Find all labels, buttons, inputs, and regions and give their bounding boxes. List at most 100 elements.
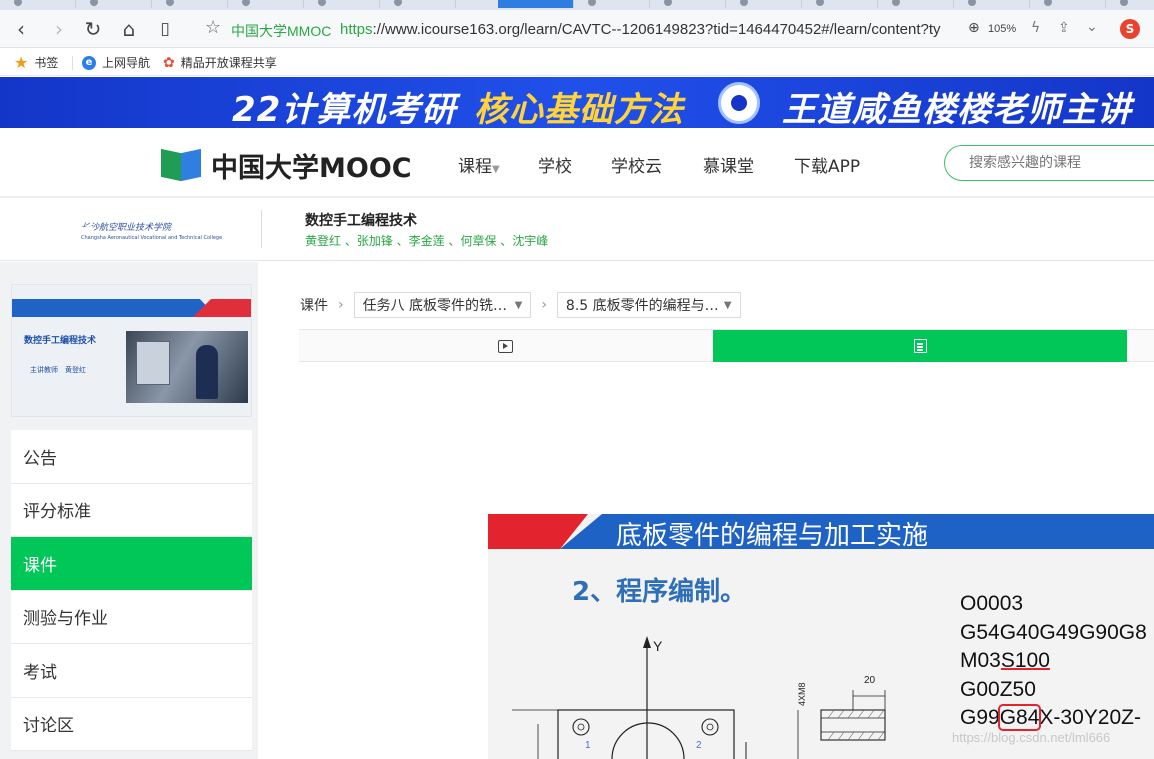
chapter-select[interactable]: 任务八 底板零件的铣… ▼ [353, 292, 532, 318]
tab-favicon-icon [1044, 0, 1052, 6]
tab-favicon-icon [90, 0, 98, 6]
chevron-down-icon[interactable]: ⌄ [1086, 19, 1098, 35]
browser-tab[interactable] [228, 0, 304, 8]
browser-tab[interactable] [1106, 0, 1154, 8]
code-line-text: G00Z50 [960, 677, 1036, 701]
nav-courses[interactable]: 课程▼ [458, 152, 500, 177]
menu-item-announcement[interactable]: 公告 [11, 430, 252, 484]
menu-item-quiz-homework[interactable]: 测验与作业 [11, 590, 252, 644]
browser-tab[interactable] [152, 0, 228, 8]
tab-favicon-icon [892, 0, 900, 6]
browser-tab[interactable] [1030, 0, 1106, 8]
menu-item-courseware[interactable]: 课件 [11, 537, 252, 591]
browser-tab[interactable] [304, 0, 380, 8]
browser-tab[interactable] [954, 0, 1030, 8]
home-button[interactable]: ⌂ [116, 16, 142, 42]
site-name[interactable]: 中国大学MMOC [231, 21, 331, 41]
nav-school-cloud[interactable]: 学校云 [611, 152, 662, 177]
menu-item-discussion[interactable]: 讨论区 [11, 697, 252, 751]
course-teachers[interactable]: 黄登红 、张加锋 、李金莲 、何章保 、沈宇峰 [305, 232, 548, 249]
ie-icon: e [82, 55, 96, 70]
school-logo[interactable]: 长沙航空职业技术学院 Changsha Aeronautical Vocatio… [75, 210, 222, 250]
browser-tab-active[interactable] [498, 0, 574, 8]
browser-tab[interactable] [574, 0, 650, 8]
browser-tab[interactable] [802, 0, 878, 8]
bolt-icon[interactable]: ϟ [1031, 20, 1040, 36]
lesson-select[interactable]: 8.5 底板零件的编程与… ▼ [556, 292, 741, 318]
y-axis-label: Y [653, 638, 663, 654]
document-icon [913, 339, 927, 353]
bookmark-label: 上网导航 [102, 56, 151, 70]
browser-tab[interactable] [76, 0, 152, 8]
tab-strip [0, 0, 1154, 10]
course-menu: 公告 评分标准 课件 测验与作业 考试 讨论区 [11, 430, 252, 751]
courseware-slide: 底板零件的编程与加工实施 2、程序编制。 Y 1 2 20 4XM8 O0003… [488, 514, 1154, 759]
tab-favicon-icon [242, 0, 250, 6]
chevron-right-icon: › [338, 297, 344, 313]
chapter-select-value: 任务八 底板零件的铣… [362, 298, 508, 314]
code-line-text: O0003 [960, 592, 1024, 615]
browser-tab[interactable] [650, 0, 726, 8]
divider [261, 210, 262, 248]
hole-2 [701, 718, 719, 736]
caret-down-icon: ▼ [723, 299, 732, 311]
forward-button[interactable]: › [46, 16, 72, 42]
banner-text-3: 王道咸鱼楼楼老师主讲 [782, 90, 1132, 128]
browser-tab[interactable] [380, 0, 456, 8]
mooc-logo-text: 中国大学MOOC [211, 153, 412, 184]
reload-button[interactable]: ↻ [80, 16, 106, 42]
bookmark-item[interactable]: ✿ 精品开放课程共享 [163, 54, 277, 71]
search-input[interactable] [969, 146, 1154, 180]
ad-banner[interactable]: 22计算机考研 核心基础方法 王道咸鱼楼楼老师主讲 [0, 77, 1154, 128]
nav-download-app[interactable]: 下载APP [794, 152, 860, 177]
bookmark-star-icon[interactable]: ☆ [205, 19, 221, 37]
browser-tab[interactable] [726, 0, 802, 8]
menu-item-exam[interactable]: 考试 [11, 644, 252, 698]
bookmark-item[interactable]: e 上网导航 [82, 54, 150, 71]
center-bore [611, 722, 685, 759]
tab-favicon-icon [394, 0, 402, 6]
browser-tab[interactable] [878, 0, 954, 8]
zoom-icon[interactable]: ⊕ [968, 20, 980, 36]
watermark: https://blog.csdn.net/lml666 [952, 730, 1111, 745]
nav-schools[interactable]: 学校 [538, 152, 572, 177]
tab-favicon-icon [968, 0, 976, 6]
share-icon[interactable]: ⇪ [1058, 20, 1070, 36]
bookmark-item[interactable]: ★ 书签 [14, 54, 58, 71]
unit-tab-video[interactable] [299, 330, 712, 362]
banner-text-1: 22计算机考研 [232, 90, 457, 128]
caret-down-icon: ▼ [514, 299, 523, 311]
zoom-level[interactable]: 105% [988, 23, 1016, 35]
url-field[interactable]: https://www.icourse163.org/learn/CAVTC--… [340, 21, 952, 38]
tab-favicon-icon [318, 0, 326, 6]
course-header: 长沙航空职业技术学院 Changsha Aeronautical Vocatio… [0, 197, 1154, 261]
bookmark-label: 精品开放课程共享 [180, 56, 277, 70]
book-icon: ▯ [160, 18, 170, 39]
reading-mode-button[interactable]: ▯ [152, 16, 178, 42]
mooc-logo[interactable]: 中国大学MOOC [161, 146, 412, 185]
flower-icon: ✿ [163, 54, 175, 71]
video-icon [498, 339, 513, 353]
code-line: G54G40G49G90G8 [960, 619, 1147, 648]
code-line-text: X-30Y20Z- [1039, 706, 1141, 729]
hole-label-2: 2 [696, 740, 702, 751]
code-highlight-underline: S100 [1000, 649, 1050, 672]
breadcrumb-root[interactable]: 课件 [300, 295, 328, 315]
code-line: G00Z50 [960, 676, 1147, 705]
sogou-extension-icon[interactable]: S [1120, 19, 1140, 39]
menu-item-grading[interactable]: 评分标准 [11, 483, 252, 537]
url-scheme: https [340, 21, 373, 38]
search-box [944, 145, 1154, 181]
back-button[interactable]: ‹ [8, 16, 34, 42]
banner-logo-icon [718, 82, 760, 124]
nav-mooc-classroom[interactable]: 慕课堂 [703, 152, 754, 177]
unit-tab-document[interactable] [713, 330, 1127, 362]
reload-icon: ↻ [84, 17, 102, 41]
cnc-machine-photo [126, 331, 248, 403]
thread-label: 4XM8 [797, 682, 807, 706]
tab-favicon-icon [1120, 0, 1128, 6]
browser-tab[interactable] [0, 0, 76, 8]
breadcrumb: 课件 › 任务八 底板零件的铣… ▼ › 8.5 底板零件的编程与… ▼ [300, 292, 741, 318]
hole-2-inner [706, 723, 714, 731]
home-icon: ⌂ [122, 17, 136, 41]
